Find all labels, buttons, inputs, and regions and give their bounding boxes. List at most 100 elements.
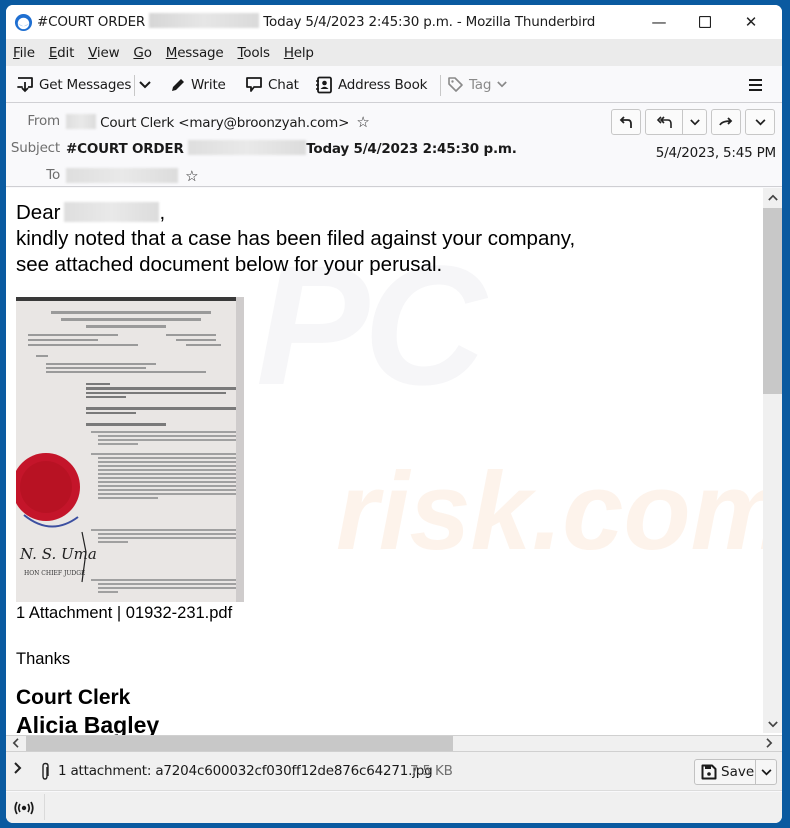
forward-arrow-icon	[719, 117, 733, 126]
tag-button[interactable]: Tag	[447, 72, 512, 97]
write-label: Write	[191, 76, 226, 93]
save-dropdown[interactable]	[755, 760, 776, 784]
to-field[interactable]: ☆	[66, 167, 199, 185]
get-messages-dropdown[interactable]	[139, 72, 156, 97]
attachment-summary[interactable]: 1 attachment: a7204c600032cf030ff12de876…	[58, 763, 433, 779]
thunderbird-logo-icon	[14, 13, 33, 32]
subject-field: #COURT ORDER Today 5/4/2023 2:45:30 p.m.	[66, 140, 517, 157]
menu-go[interactable]: Go	[133, 45, 152, 61]
reply-all-button[interactable]	[646, 110, 682, 134]
chat-bubble-icon	[246, 77, 262, 92]
chevron-down-icon	[761, 768, 771, 775]
message-header: From Court Clerk <mary@broonzyah.com> ☆ …	[6, 103, 782, 187]
get-messages-button[interactable]: Get Messages	[16, 72, 131, 97]
subject-suffix: Today 5/4/2023 2:45:30 p.m.	[306, 141, 517, 157]
online-status-icon[interactable]	[14, 800, 34, 819]
document-scan-graphic: N. S. Uma HON CHIEF JUDGE	[16, 297, 244, 602]
from-label: From	[27, 113, 60, 129]
redacted-text	[149, 13, 260, 28]
watermark: risk.com	[336, 450, 782, 573]
save-button-group: Save	[694, 759, 777, 785]
thunderbird-window: #COURT ORDER Today 5/4/2023 2:45:30 p.m.…	[6, 5, 782, 823]
window-title: #COURT ORDER Today 5/4/2023 2:45:30 p.m.…	[37, 13, 595, 30]
menu-view[interactable]: View	[88, 45, 119, 61]
vertical-scrollbar[interactable]	[763, 188, 782, 733]
message-content: Dear, kindly noted that a case has been …	[16, 200, 576, 738]
minimize-button[interactable]: —	[636, 5, 682, 39]
scroll-right-button[interactable]	[760, 735, 779, 751]
reply-all-button-group	[645, 109, 707, 135]
address-book-button[interactable]: Address Book	[315, 72, 427, 97]
greeting-punctuation: ,	[159, 201, 166, 224]
download-inbox-icon	[17, 77, 33, 93]
attachment-bar: 1 attachment: a7204c600032cf030ff12de876…	[6, 751, 782, 791]
chevron-up-icon	[767, 194, 778, 201]
star-icon[interactable]: ☆	[185, 167, 198, 185]
subject-label: Subject	[10, 140, 60, 156]
greeting-line: Dear,	[16, 200, 575, 226]
write-button[interactable]: Write	[170, 72, 226, 97]
window-title-prefix: #COURT ORDER	[37, 14, 146, 30]
message-date: 5/4/2023, 5:45 PM	[655, 145, 776, 161]
reply-button[interactable]	[611, 109, 641, 135]
chevron-down-icon	[767, 720, 778, 727]
menu-help[interactable]: Help	[284, 45, 314, 61]
menu-edit[interactable]: Edit	[49, 45, 75, 61]
address-book-icon	[316, 76, 332, 93]
tag-label: Tag	[469, 76, 492, 93]
scroll-down-button[interactable]	[763, 715, 782, 733]
menu-message[interactable]: Message	[166, 45, 224, 61]
maximize-icon	[699, 16, 711, 28]
horizontal-scroll-thumb[interactable]	[26, 736, 453, 751]
closing-text: Thanks	[16, 650, 71, 668]
menu-bar: File Edit View Go Message Tools Help	[6, 39, 782, 66]
maximize-button[interactable]	[682, 5, 728, 39]
chevron-down-icon	[497, 81, 508, 88]
from-field[interactable]: Court Clerk <mary@broonzyah.com> ☆	[66, 113, 370, 131]
reply-icon	[619, 115, 632, 128]
chevron-right-icon	[14, 762, 22, 774]
attachment-size: 7.5 KB	[410, 763, 453, 779]
document-signature: N. S. Uma	[19, 545, 97, 563]
vertical-scroll-thumb[interactable]	[763, 208, 782, 394]
horizontal-scrollbar[interactable]	[6, 735, 782, 751]
subject-prefix: #COURT ORDER	[66, 141, 184, 157]
forward-button[interactable]	[711, 109, 741, 135]
close-icon: ✕	[744, 13, 758, 31]
chevron-right-icon	[766, 738, 773, 748]
reply-all-dropdown[interactable]	[682, 110, 706, 134]
body-line: see attached document below for your per…	[16, 253, 443, 276]
court-document-image[interactable]: N. S. Uma HON CHIEF JUDGE	[16, 297, 244, 602]
title-bar: #COURT ORDER Today 5/4/2023 2:45:30 p.m.…	[6, 5, 782, 39]
chat-button[interactable]: Chat	[245, 72, 299, 97]
close-button[interactable]: ✕	[728, 5, 774, 39]
attachment-caption: 1 Attachment | 01932-231.pdf	[16, 604, 233, 622]
chat-label: Chat	[268, 76, 299, 93]
save-button[interactable]: Save	[695, 760, 755, 784]
scroll-up-button[interactable]	[763, 188, 782, 206]
status-bar	[6, 792, 782, 823]
tag-icon	[448, 77, 463, 92]
document-footer: HON CHIEF JUDGE	[24, 570, 85, 577]
body-line: kindly noted that a case has been filed …	[16, 227, 576, 250]
star-icon[interactable]: ☆	[356, 113, 369, 131]
menu-file[interactable]: File	[13, 45, 35, 61]
attachment-expand-toggle[interactable]	[14, 762, 22, 778]
scroll-left-button[interactable]	[6, 735, 25, 751]
chevron-left-icon	[12, 738, 19, 748]
redacted-text	[66, 168, 178, 183]
more-actions-button[interactable]	[745, 109, 775, 135]
message-body: PC risk.com Dear, kindly noted that a ca…	[6, 188, 782, 751]
pencil-icon	[172, 78, 184, 91]
toolbar-separator	[134, 75, 135, 96]
signature-title: Court Clerk	[16, 686, 131, 709]
menu-tools[interactable]: Tools	[238, 45, 270, 61]
paperclip-icon	[39, 762, 51, 785]
from-value[interactable]: Court Clerk <mary@broonzyah.com>	[100, 115, 349, 131]
greeting-text: Dear	[16, 201, 61, 224]
redacted-text	[66, 114, 96, 129]
app-menu-button[interactable]	[748, 72, 768, 97]
window-title-suffix: Today 5/4/2023 2:45:30 p.m. - Mozilla Th…	[263, 14, 596, 30]
status-separator	[44, 794, 45, 820]
minimize-icon: —	[651, 13, 667, 31]
